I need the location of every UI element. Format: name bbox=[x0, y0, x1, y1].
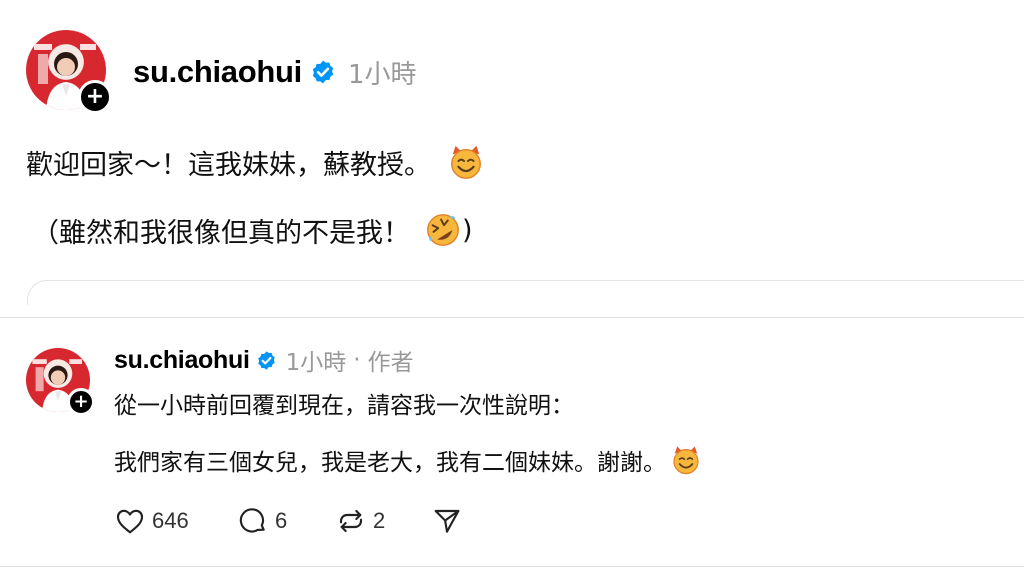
like-count: 646 bbox=[152, 508, 189, 533]
avatar[interactable]: + bbox=[26, 30, 112, 114]
avatar[interactable]: + bbox=[26, 348, 95, 416]
heart-icon bbox=[116, 509, 144, 534]
username[interactable]: su.chiaohui bbox=[133, 54, 302, 90]
post-timestamp[interactable]: 1小時 bbox=[348, 54, 417, 91]
post-text: 歡迎回家～！這我妹妹，蘇教授。 bbox=[26, 149, 431, 181]
author-label: 作者 bbox=[367, 350, 414, 376]
send-icon bbox=[434, 509, 460, 533]
smiling-face-with-horns-emoji-icon bbox=[451, 145, 481, 179]
post-text-close-paren: ) bbox=[462, 214, 473, 246]
post-header: su.chiaohui 1小時 bbox=[133, 52, 417, 92]
post-text-line-1: 歡迎回家～！這我妹妹，蘇教授。 bbox=[26, 142, 485, 182]
reply-text-line-2: 我們家有三個女兒，我是老大，我有二個妹妹。謝謝。 bbox=[114, 443, 702, 477]
follow-plus-icon[interactable]: + bbox=[78, 80, 112, 114]
quoted-card-edge bbox=[27, 280, 1024, 305]
comment-count: 6 bbox=[275, 508, 288, 533]
comment-icon bbox=[239, 508, 265, 533]
username[interactable]: su.chiaohui bbox=[114, 346, 250, 375]
divider bbox=[0, 566, 1024, 567]
dot-separator: · bbox=[353, 347, 361, 373]
reply-text: 從一小時前回覆到現在，請容我一次性說明： bbox=[114, 393, 574, 419]
reply-text: 我們家有三個女兒，我是老大，我有二個妹妹。謝謝。 bbox=[114, 450, 666, 476]
like-button[interactable]: 646 bbox=[114, 505, 237, 537]
reply-header: su.chiaohui 1小時 · 作者 bbox=[114, 343, 414, 377]
comment-button[interactable]: 6 bbox=[237, 505, 335, 537]
post-text-line-2: （雖然和我很像但真的不是我！ ) bbox=[32, 210, 473, 250]
repost-icon bbox=[339, 509, 363, 533]
action-bar: 646 6 2 bbox=[114, 503, 463, 539]
rolling-on-the-floor-laughing-emoji-icon bbox=[427, 214, 459, 246]
repost-button[interactable]: 2 bbox=[335, 505, 431, 537]
reply-text-line-1: 從一小時前回覆到現在，請容我一次性說明： bbox=[114, 386, 574, 420]
smiling-face-with-horns-emoji-icon bbox=[673, 446, 699, 475]
reply-timestamp[interactable]: 1小時 bbox=[286, 343, 347, 377]
repost-count: 2 bbox=[373, 508, 386, 533]
verified-badge-icon bbox=[312, 60, 334, 84]
post-text: （雖然和我很像但真的不是我！ bbox=[32, 217, 410, 249]
share-button[interactable] bbox=[431, 505, 463, 537]
verified-badge-icon bbox=[257, 350, 275, 370]
follow-plus-icon[interactable]: + bbox=[67, 388, 95, 416]
divider bbox=[0, 317, 1024, 318]
